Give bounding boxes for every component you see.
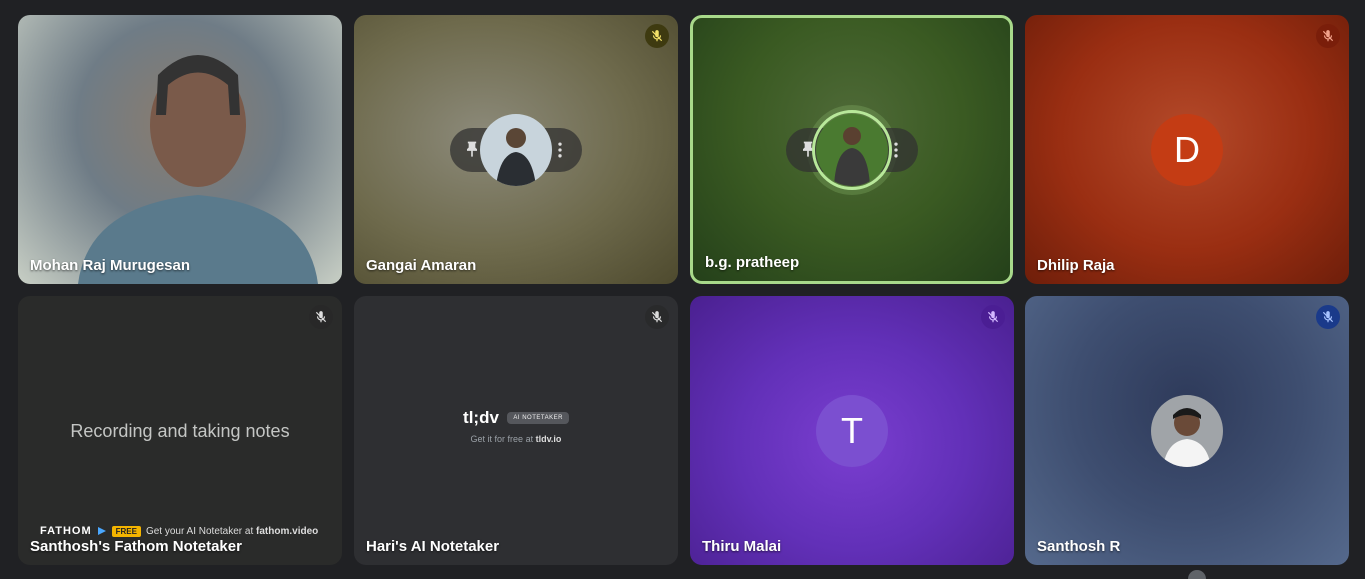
- participant-name: b.g. pratheep: [705, 254, 800, 271]
- participant-tile[interactable]: b.g. pratheep: [690, 15, 1013, 284]
- participant-name: Santhosh R: [1037, 538, 1121, 555]
- ai-notetaker-badge: AI NOTETAKER: [507, 412, 569, 424]
- fathom-link[interactable]: fathom.video: [256, 526, 318, 537]
- avatar: [480, 113, 552, 186]
- avatar-initial: T: [816, 394, 888, 467]
- participant-tile[interactable]: D Dhilip Raja: [1025, 15, 1349, 284]
- participant-name: Santhosh's Fathom Notetaker: [30, 538, 242, 555]
- scroll-indicator[interactable]: [1188, 570, 1206, 579]
- tldv-link[interactable]: tldv.io: [536, 434, 562, 444]
- recording-status: Recording and taking notes: [70, 421, 290, 441]
- mic-off-icon: [645, 305, 669, 329]
- pin-icon[interactable]: [462, 140, 482, 160]
- participant-name: Hari's AI Notetaker: [366, 538, 500, 555]
- speaking-ring: [811, 109, 892, 190]
- mic-off-icon: [309, 305, 333, 329]
- participant-tile[interactable]: T Thiru Malai: [690, 296, 1014, 565]
- avatar: [1151, 394, 1223, 467]
- free-badge: FREE: [111, 525, 141, 537]
- tldv-banner: tl;dv AI NOTETAKER Get it for free at tl…: [354, 408, 678, 444]
- mic-off-icon: [1316, 24, 1340, 48]
- fathom-promo: Get your AI Notetaker at fathom.video: [146, 526, 318, 537]
- participant-video: [78, 55, 318, 284]
- mic-off-icon: [645, 24, 669, 48]
- more-options-icon[interactable]: [550, 140, 570, 160]
- fathom-logo: FATHOM: [40, 525, 92, 537]
- participant-tile[interactable]: Santhosh R: [1025, 296, 1349, 565]
- participant-tile[interactable]: Recording and taking notes FATHOM FREE G…: [18, 296, 342, 565]
- tldv-logo: tl;dv: [463, 408, 499, 427]
- tldv-promo-text: Get it for free at: [470, 434, 534, 444]
- mic-off-icon: [1316, 305, 1340, 329]
- fathom-promo-text: Get your AI Notetaker at: [145, 525, 254, 537]
- participant-name: Mohan Raj Murugesan: [30, 257, 191, 274]
- mic-off-icon: [981, 305, 1005, 329]
- fathom-banner: FATHOM FREE Get your AI Notetaker at fat…: [40, 525, 318, 537]
- participant-tile[interactable]: Gangai Amaran: [354, 15, 678, 284]
- participant-tile[interactable]: tl;dv AI NOTETAKER Get it for free at tl…: [354, 296, 678, 565]
- participant-name: Gangai Amaran: [366, 257, 477, 274]
- participant-name: Thiru Malai: [702, 538, 782, 555]
- tldv-promo: Get it for free at tldv.io: [354, 434, 678, 444]
- participant-name: Dhilip Raja: [1037, 257, 1115, 274]
- participant-tile[interactable]: Mohan Raj Murugesan: [18, 15, 342, 284]
- play-icon: [97, 527, 106, 535]
- avatar-initial: D: [1151, 113, 1223, 186]
